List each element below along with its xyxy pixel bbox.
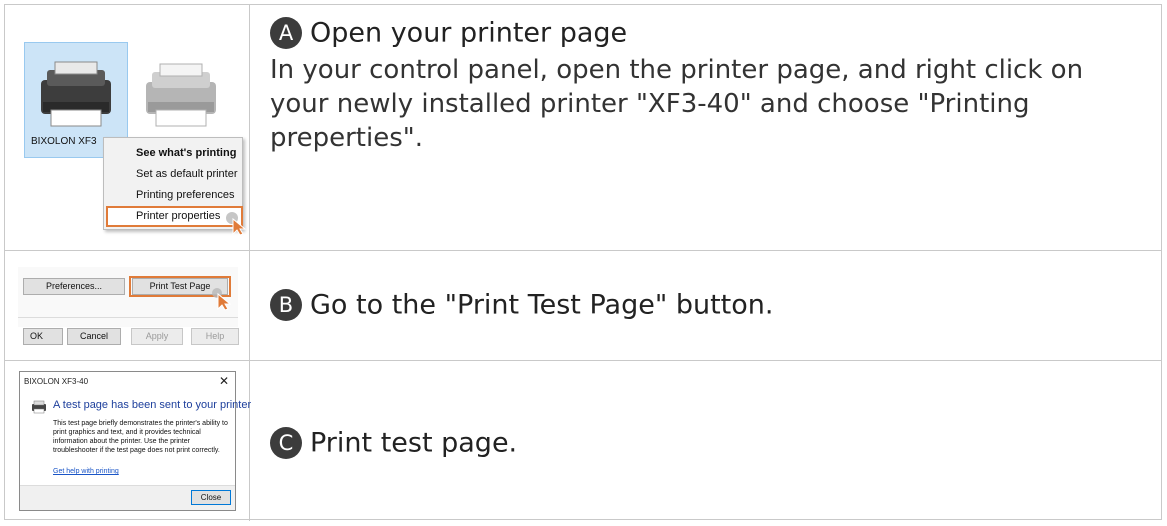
apply-button[interactable]: Apply (131, 328, 183, 345)
close-button[interactable]: Close (191, 490, 231, 505)
step-a: A Open your printer page In your control … (270, 17, 1130, 155)
screenshot-print-test-page: Preferences... Print Test Page OK Cancel… (5, 251, 250, 360)
step-b-title: Go to the "Print Test Page" button. (310, 289, 774, 321)
step-badge-a: A (270, 17, 302, 49)
screenshot-test-page-dialog: BIXOLON XF3-40 ✕ A test page has been se… (5, 361, 251, 521)
step-c-title: Print test page. (310, 427, 518, 459)
close-icon[interactable]: ✕ (219, 374, 229, 388)
step-badge-c: C (270, 427, 302, 459)
context-menu: See what's printing Set as default print… (103, 137, 243, 230)
menu-item-printing-preferences[interactable]: Printing preferences (136, 189, 234, 201)
printer-name-label: BIXOLON XF3 (31, 136, 97, 147)
step-row-c: BIXOLON XF3-40 ✕ A test page has been se… (5, 360, 1161, 521)
menu-item-printer-properties[interactable]: Printer properties (136, 210, 220, 222)
step-a-description: In your control panel, open the printer … (270, 55, 1084, 153)
step-row-a: BIXOLON XF3 See what's printing Set as d… (5, 5, 1161, 250)
help-link[interactable]: Get help with printing (53, 468, 119, 475)
divider (18, 317, 238, 318)
menu-item-set-default-printer[interactable]: Set as default printer (136, 168, 238, 180)
step-c-text: C Print test page. (250, 361, 1161, 521)
step-a-text: A Open your printer page In your control … (250, 5, 1161, 250)
test-page-dialog: BIXOLON XF3-40 ✕ A test page has been se… (19, 371, 251, 511)
dialog-body-text: This test page briefly demonstrates the … (53, 420, 228, 454)
step-b-text: B Go to the "Print Test Page" button. (250, 251, 1161, 360)
dialog-heading: A test page has been sent to your printe… (53, 399, 252, 411)
printer-icon (41, 61, 111, 127)
screenshot-printer-context-menu: BIXOLON XF3 See what's printing Set as d… (5, 5, 250, 250)
step-b: B Go to the "Print Test Page" button. (270, 289, 773, 321)
preferences-button[interactable]: Preferences... (23, 278, 125, 295)
help-button[interactable]: Help (191, 328, 239, 345)
cursor-icon (212, 288, 231, 311)
ok-button[interactable]: OK (23, 328, 63, 345)
step-badge-b: B (270, 289, 302, 321)
step-a-title: Open your printer page (310, 17, 628, 49)
printer-icon (32, 400, 46, 414)
dialog-footer: Close (20, 485, 235, 510)
dialog-title: BIXOLON XF3-40 (24, 377, 89, 386)
cursor-icon (226, 212, 247, 236)
instructions-table: BIXOLON XF3 See what's printing Set as d… (4, 4, 1162, 521)
menu-item-see-whats-printing[interactable]: See what's printing (136, 147, 236, 159)
step-row-b: Preferences... Print Test Page OK Cancel… (5, 250, 1161, 360)
printer-icon-secondary (146, 63, 216, 127)
cancel-button[interactable]: Cancel (67, 328, 121, 345)
step-c: C Print test page. (270, 427, 517, 459)
